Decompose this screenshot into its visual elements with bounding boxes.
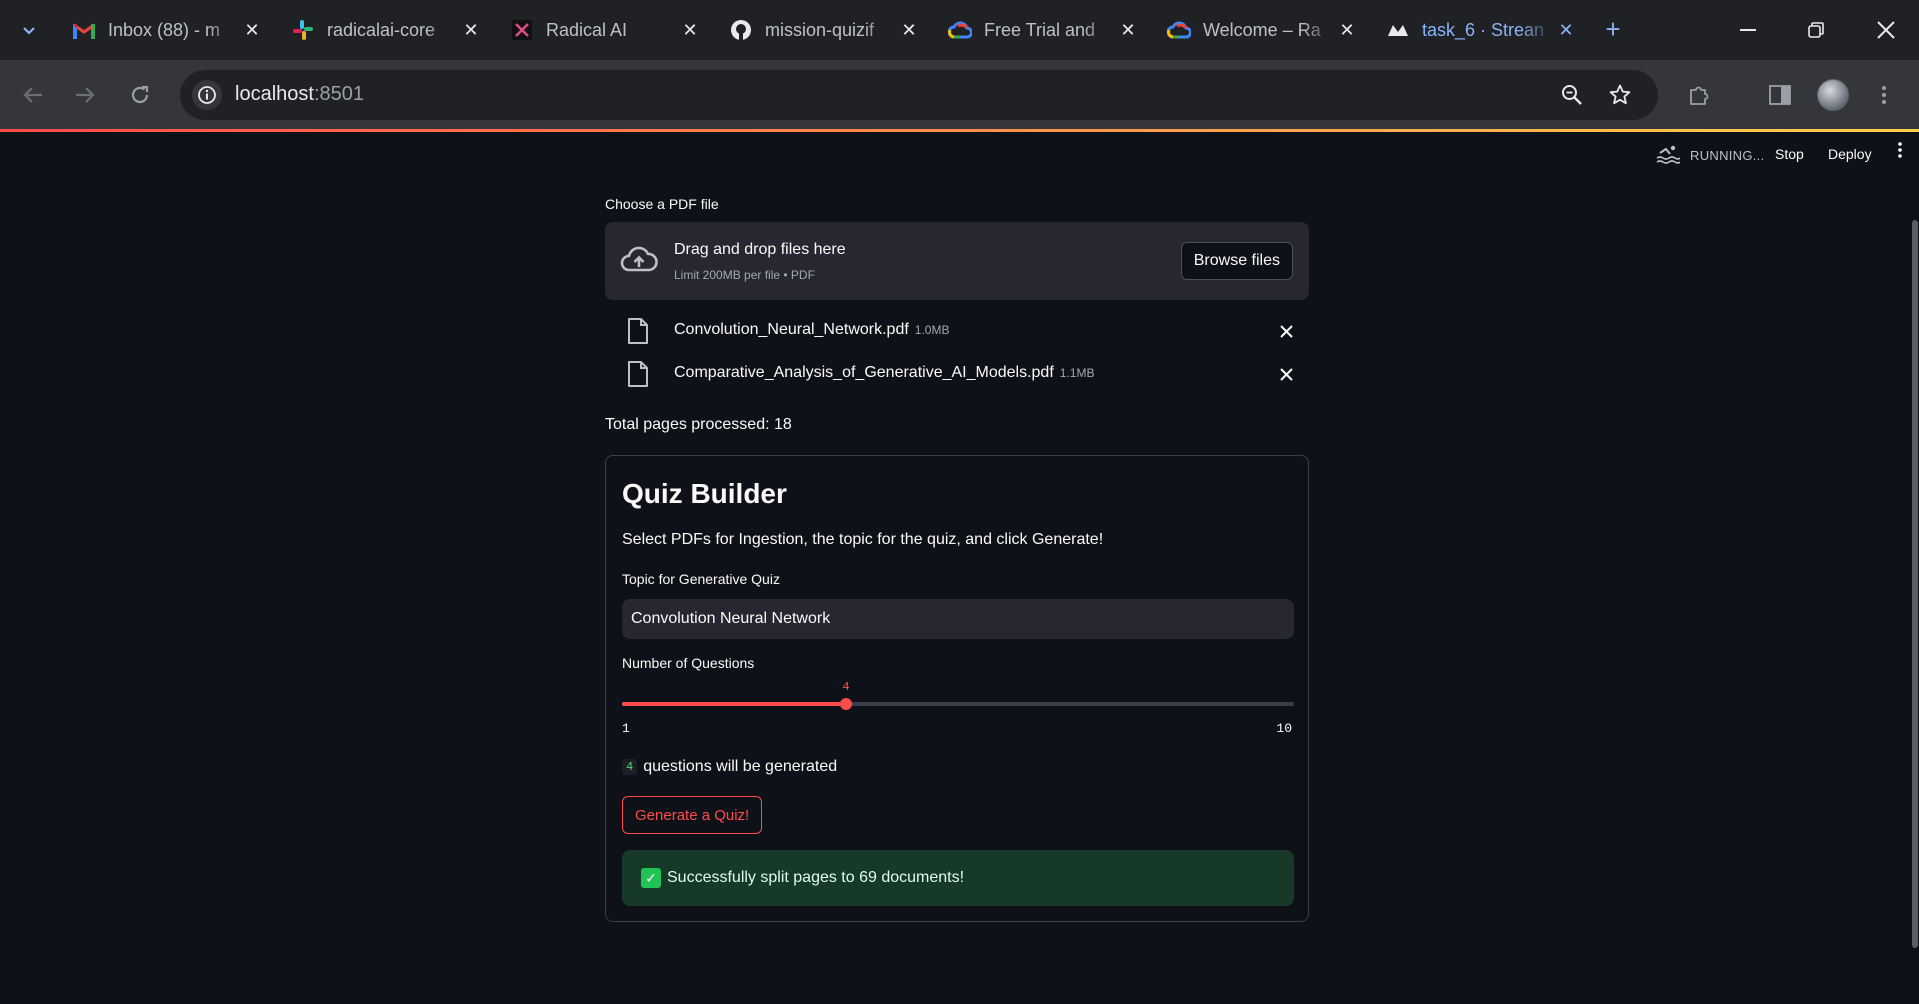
- cloud-upload-icon: [619, 244, 659, 276]
- radical-ai-icon: [510, 18, 534, 42]
- tab-title: radicalai-core: [327, 19, 436, 40]
- slider-min-label: 1: [622, 721, 630, 736]
- file-icon: [627, 361, 649, 387]
- slider-max-label: 10: [1276, 721, 1292, 736]
- uploaded-file-row: Convolution_Neural_Network.pdf 1.0MB: [605, 311, 1309, 351]
- browser-tab-slack[interactable]: radicalai-core ✕: [277, 8, 489, 52]
- bookmark-star-icon[interactable]: [1605, 80, 1635, 110]
- slider-current-value: 4: [842, 680, 850, 694]
- remove-file-icon[interactable]: [1274, 319, 1298, 343]
- url-port: :8501: [313, 83, 364, 105]
- tab-close-icon[interactable]: ✕: [1554, 18, 1578, 42]
- new-tab-plus-icon[interactable]: +: [1598, 14, 1628, 44]
- dropzone-title: Drag and drop files here: [674, 241, 846, 258]
- tab-title: Radical AI: [546, 19, 628, 40]
- dropzone-limit: Limit 200MB per file • PDF: [674, 268, 815, 282]
- tab-close-icon[interactable]: ✕: [897, 18, 921, 42]
- pages-processed-text: Total pages processed: 18: [605, 416, 792, 433]
- slack-icon: [291, 18, 315, 42]
- browser-tab-google-cloud-welcome[interactable]: Welcome – Ra ✕: [1153, 8, 1365, 52]
- slider-fill: [622, 702, 846, 706]
- tab-title: task_6 · Strean: [1422, 19, 1545, 40]
- question-count-value: 4: [622, 759, 638, 775]
- tab-close-icon[interactable]: ✕: [459, 18, 483, 42]
- browser-tab-strip: Inbox (88) - m ✕ radicalai-core ✕ Radica…: [0, 0, 1919, 60]
- file-icon: [627, 318, 649, 344]
- google-cloud-icon: [948, 18, 972, 42]
- topic-input[interactable]: [622, 599, 1294, 639]
- slider-thumb[interactable]: [840, 698, 852, 710]
- tab-title: Inbox (88) - m: [108, 19, 221, 40]
- browser-tab-streamlit[interactable]: task_6 · Strean ✕: [1372, 8, 1584, 52]
- tab-title: Free Trial and: [984, 19, 1096, 40]
- url-host: localhost: [235, 83, 314, 105]
- browser-tab-gmail[interactable]: Inbox (88) - m ✕: [58, 8, 270, 52]
- question-count-text: 4 questions will be generated: [622, 758, 837, 776]
- running-status: RUNNING...: [1656, 144, 1765, 167]
- streamlit-app: RUNNING... Stop Deploy Choose a PDF file…: [0, 132, 1919, 1004]
- tab-close-icon[interactable]: ✕: [1116, 18, 1140, 42]
- file-size: 1.0MB: [914, 323, 950, 337]
- question-count-label: questions will be generated: [643, 758, 838, 775]
- tab-title: Welcome – Ra: [1203, 19, 1321, 40]
- generate-quiz-button[interactable]: Generate a Quiz!: [622, 796, 763, 834]
- app-menu-icon[interactable]: [1890, 142, 1910, 166]
- back-arrow-icon[interactable]: [14, 76, 52, 114]
- quiz-builder-form: Quiz Builder Select PDFs for Ingestion, …: [605, 455, 1309, 922]
- site-info-icon[interactable]: [192, 80, 222, 110]
- tab-close-icon[interactable]: ✕: [678, 18, 702, 42]
- questions-slider[interactable]: [622, 698, 1294, 710]
- github-icon: [729, 18, 753, 42]
- browser-toolbar: localhost:8501: [0, 60, 1919, 130]
- topic-label: Topic for Generative Quiz: [622, 571, 780, 587]
- running-label: RUNNING...: [1690, 148, 1765, 163]
- uploaded-file-row: Comparative_Analysis_of_Generative_AI_Mo…: [605, 354, 1309, 394]
- browser-tab-radical-ai[interactable]: Radical AI ✕: [496, 8, 708, 52]
- remove-file-icon[interactable]: [1274, 362, 1298, 386]
- tab-title: mission-quizif: [765, 19, 875, 40]
- browser-tab-google-cloud-trial[interactable]: Free Trial and ✕: [934, 8, 1146, 52]
- check-mark-icon: ✓: [641, 868, 661, 888]
- quiz-title: Quiz Builder: [622, 478, 787, 509]
- forward-arrow-icon[interactable]: [66, 76, 104, 114]
- file-name: Convolution_Neural_Network.pdf: [674, 321, 909, 338]
- file-dropzone[interactable]: Drag and drop files here Limit 200MB per…: [605, 222, 1309, 300]
- browser-tab-github[interactable]: mission-quizif ✕: [715, 8, 927, 52]
- page-scrollbar[interactable]: [1912, 220, 1918, 948]
- success-alert: ✓ Successfully split pages to 69 documen…: [622, 850, 1294, 906]
- quiz-description: Select PDFs for Ingestion, the topic for…: [622, 531, 1104, 548]
- streamlit-icon: [1386, 18, 1410, 42]
- deploy-button[interactable]: Deploy: [1828, 146, 1872, 162]
- tab-search-chevron-icon[interactable]: [14, 16, 44, 46]
- stop-button[interactable]: Stop: [1775, 146, 1804, 162]
- file-name: Comparative_Analysis_of_Generative_AI_Mo…: [674, 364, 1054, 381]
- browse-files-button[interactable]: Browse files: [1180, 242, 1293, 280]
- reload-icon[interactable]: [121, 76, 159, 114]
- restore-icon[interactable]: [1798, 12, 1834, 48]
- minimize-icon[interactable]: [1730, 12, 1766, 48]
- uploader-label: Choose a PDF file: [605, 196, 719, 212]
- google-cloud-icon: [1167, 18, 1191, 42]
- running-swimmer-icon: [1656, 144, 1681, 167]
- tab-close-icon[interactable]: ✕: [240, 18, 264, 42]
- extensions-puzzle-icon[interactable]: [1680, 76, 1718, 114]
- profile-avatar[interactable]: [1817, 79, 1849, 111]
- file-size: 1.1MB: [1059, 366, 1095, 380]
- gmail-icon: [72, 18, 96, 42]
- success-message: Successfully split pages to 69 documents…: [667, 869, 965, 886]
- address-bar[interactable]: localhost:8501: [180, 70, 1658, 120]
- url-text[interactable]: localhost:8501: [235, 83, 364, 106]
- close-window-icon[interactable]: [1868, 12, 1904, 48]
- tab-close-icon[interactable]: ✕: [1335, 18, 1359, 42]
- browser-menu-icon[interactable]: [1865, 76, 1903, 114]
- side-panel-icon[interactable]: [1761, 76, 1799, 114]
- zoom-icon[interactable]: [1557, 80, 1587, 110]
- num-questions-label: Number of Questions: [622, 655, 755, 671]
